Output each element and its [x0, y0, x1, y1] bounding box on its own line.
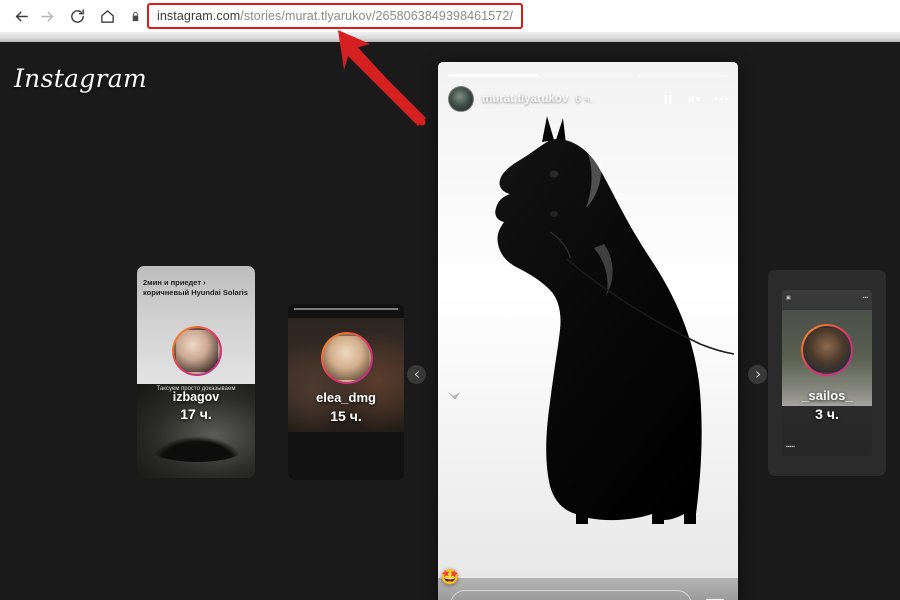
thumbnail-meta-right: ▪▪▪	[862, 295, 868, 301]
thumbnail-time: 3 ч.	[815, 406, 839, 422]
story-avatar[interactable]	[448, 86, 474, 112]
chevron-left-icon	[414, 371, 419, 378]
story-reply-bar: Ответьте murat.tlyarukov...	[438, 578, 738, 600]
thumbnail-username: elea_dmg	[316, 390, 376, 405]
progress-segment-1[interactable]	[448, 74, 539, 77]
reload-icon	[70, 8, 84, 23]
forward-button[interactable]	[34, 3, 60, 29]
url-text: instagram.com/stories/murat.tlyarukov/26…	[157, 9, 513, 23]
previous-story-button[interactable]	[407, 365, 426, 384]
home-icon	[100, 9, 114, 23]
instagram-page: Instagram 2мин и приедет › коричневый Hy…	[0, 42, 900, 600]
thumbnail-badge-icon: ▣	[786, 295, 791, 301]
url-bar-highlight[interactable]: instagram.com/stories/murat.tlyarukov/26…	[147, 3, 524, 29]
back-button[interactable]	[8, 3, 34, 29]
browser-toolbar: instagram.com/stories/murat.tlyarukov/26…	[0, 0, 900, 32]
url-path: /stories/murat.tlyarukov/265806384939846…	[240, 9, 514, 23]
avatar-image	[803, 326, 851, 374]
caption-line-2: коричневый Hyundai Solaris	[143, 288, 248, 298]
active-story-card[interactable]: murat.tlyarukov 6 ч.	[438, 62, 738, 600]
story-thumbnail-izbagov[interactable]: 2мин и приедет › коричневый Hyundai Sola…	[137, 266, 255, 478]
progress-segment	[294, 308, 398, 310]
send-icon[interactable]	[704, 594, 726, 600]
avatar-ring[interactable]	[172, 326, 222, 376]
chrome-shadow-divider	[0, 32, 900, 42]
chevron-right-icon	[755, 371, 760, 378]
mute-icon[interactable]	[686, 92, 701, 106]
instagram-logo[interactable]: Instagram	[14, 64, 147, 93]
thumbnail-time: 17 ч.	[180, 406, 212, 422]
thumbnail-content: elea_dmg 15 ч.	[288, 304, 404, 480]
avatar-ring[interactable]	[321, 332, 373, 384]
horse-silhouette-image	[438, 62, 738, 578]
reply-input[interactable]: Ответьте murat.tlyarukov...	[450, 590, 692, 600]
boat-shape	[151, 436, 244, 462]
avatar-image	[174, 328, 220, 374]
pause-icon[interactable]	[662, 93, 674, 106]
thumbnail-time: 15 ч.	[330, 408, 362, 424]
story-header-actions	[662, 92, 730, 106]
home-button[interactable]	[94, 3, 120, 29]
avatar-ring[interactable]	[801, 324, 853, 376]
arrow-left-icon	[15, 11, 28, 21]
story-timestamp: 6 ч.	[575, 93, 593, 105]
more-options-icon[interactable]	[713, 96, 730, 102]
thumbnail-content: 2мин и приедет › коричневый Hyundai Sola…	[137, 266, 255, 478]
thumbnail-caption: 2мин и приедет › коричневый Hyundai Sola…	[143, 278, 251, 298]
url-domain: instagram.com	[157, 9, 241, 23]
omnibox[interactable]: instagram.com/stories/murat.tlyarukov/26…	[130, 3, 892, 29]
story-thumbnail-elea-dmg[interactable]: elea_dmg 15 ч.	[288, 304, 404, 480]
caption-line-1: 2мин и приедет ›	[143, 278, 206, 287]
avatar-image	[323, 334, 371, 382]
arrow-right-icon	[40, 11, 53, 21]
story-header: murat.tlyarukov 6 ч.	[448, 86, 730, 112]
lock-icon	[130, 10, 141, 23]
thumbnail-meta-bottom: ▪▪▪▪▪	[786, 444, 795, 450]
story-thumbnail-sailos[interactable]: ▣ ▪▪▪ ▪▪▪▪▪ _sailos_ 3 ч.	[768, 270, 886, 476]
next-story-button[interactable]	[748, 365, 767, 384]
thumbnail-username: izbagov	[172, 390, 220, 404]
thumbnail-username: _sailos_	[801, 388, 853, 403]
progress-segment-3[interactable]	[637, 74, 729, 77]
story-photo	[438, 62, 738, 578]
reload-button[interactable]	[64, 3, 90, 29]
reaction-emoji[interactable]: 🤩	[441, 568, 460, 586]
story-username[interactable]: murat.tlyarukov	[482, 93, 568, 105]
thumbnail-content: ▣ ▪▪▪ ▪▪▪▪▪ _sailos_ 3 ч.	[768, 270, 886, 476]
story-progress-bar	[448, 74, 729, 77]
progress-segment-2[interactable]	[542, 74, 634, 77]
thumbnail-progress-bar	[294, 308, 398, 310]
